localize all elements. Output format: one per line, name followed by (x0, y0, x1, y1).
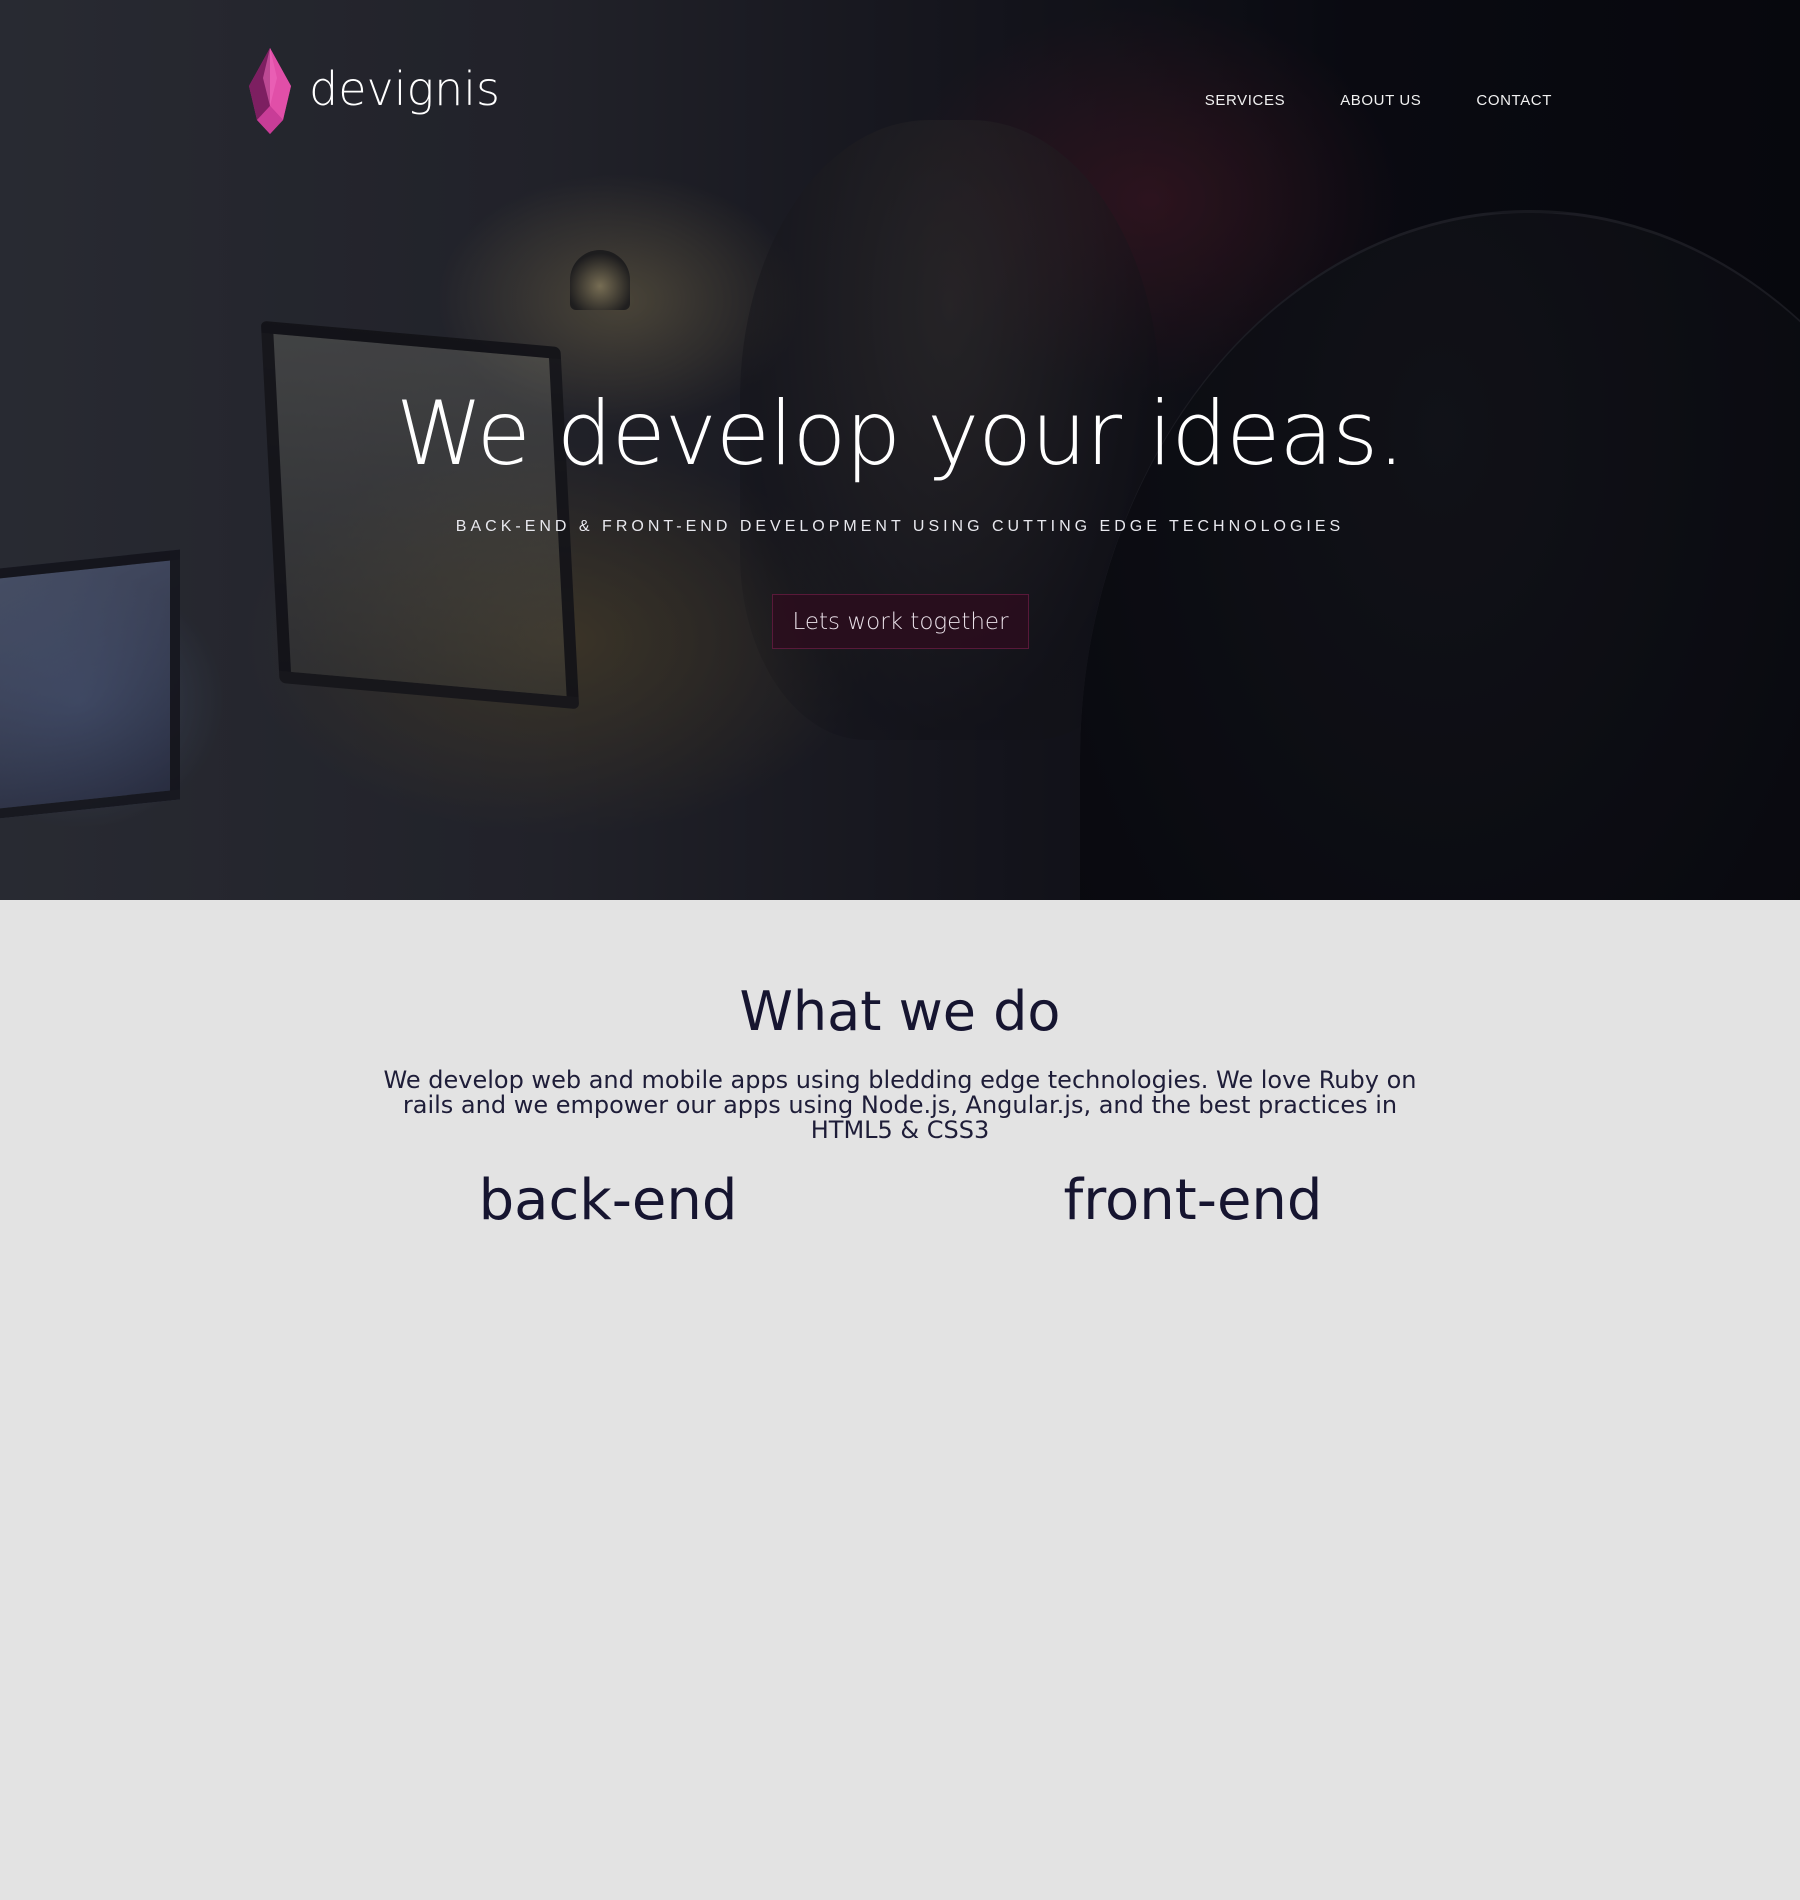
lets-work-together-button[interactable]: Lets work together (772, 594, 1029, 649)
nav-item-about-us[interactable]: ABOUT US (1340, 92, 1421, 109)
section-description: We develop web and mobile apps using ble… (383, 1066, 1417, 1144)
brand-name: devignis (309, 62, 501, 116)
hero-title: We develop your ideas. (395, 382, 1405, 485)
nav-item-services[interactable]: SERVICES (1205, 92, 1285, 109)
main-nav: SERVICES ABOUT US CONTACT (1205, 92, 1552, 109)
section-title: What we do (739, 980, 1061, 1043)
back-end-heading: back-end (478, 1168, 738, 1233)
nav-item-contact[interactable]: CONTACT (1476, 92, 1552, 109)
what-we-do-section: What we do We develop web and mobile app… (0, 900, 1800, 1900)
hero-section: devignis SERVICES ABOUT US CONTACT We de… (0, 0, 1800, 900)
logo-link[interactable]: devignis (247, 48, 500, 134)
hero-subtitle: BACK-END & FRONT-END DEVELOPMENT USING C… (455, 518, 1345, 535)
front-end-heading: front-end (1063, 1168, 1323, 1233)
crystal-logo-icon (249, 48, 291, 134)
